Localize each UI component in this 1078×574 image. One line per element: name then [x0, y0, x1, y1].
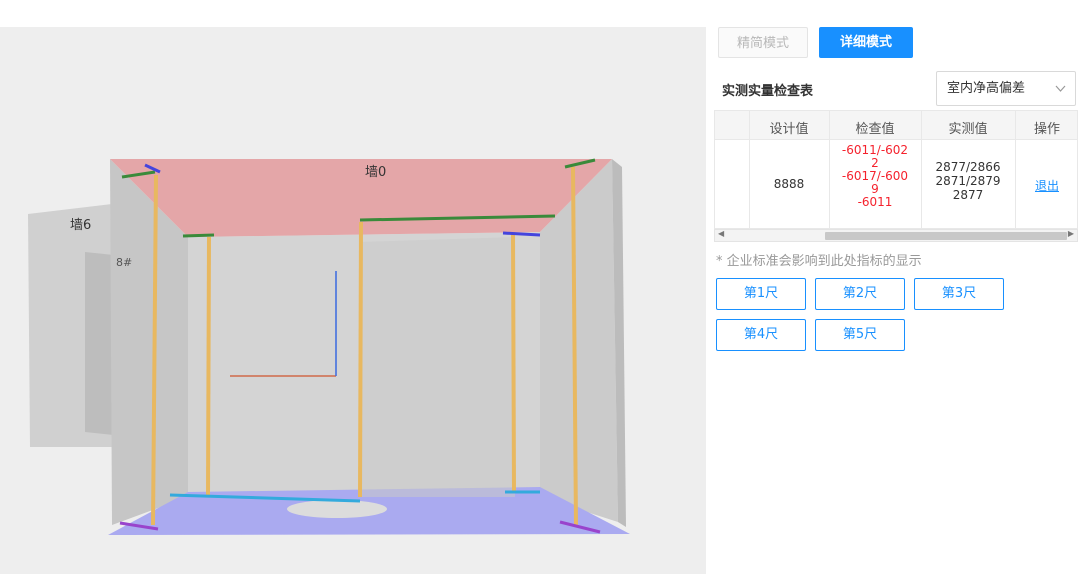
standard-note: * 企业标准会影响到此处指标的显示 — [716, 254, 922, 269]
ruler-2-button[interactable]: 第2尺 — [815, 278, 905, 310]
col-header-design: 设计值 — [769, 122, 809, 137]
table-header: 设计值 检查值 实测值 操作 — [715, 111, 1077, 140]
scroll-left-icon[interactable]: ◀ — [718, 229, 724, 238]
room-point-cloud: 墙0 墙6 8# — [28, 158, 630, 535]
back-wall-shade — [360, 237, 515, 497]
check-value-cell: -6011/-602 2 -6017/-600 9 -6011 — [841, 143, 909, 209]
metric-select-value: 室内净高偏差 — [947, 81, 1026, 96]
detail-mode-button[interactable]: 详细模式 — [819, 27, 913, 58]
ruler-5-button[interactable]: 第5尺 — [815, 319, 905, 351]
table-title: 实测实量检查表 — [722, 84, 814, 99]
scroll-right-icon[interactable]: ▶ — [1068, 229, 1074, 238]
3d-viewport[interactable]: 墙0 墙6 8# — [0, 27, 706, 574]
table-horizontal-scrollbar[interactable]: ◀ ▶ — [714, 229, 1078, 242]
measured-value-cell: 2877/2866 2871/2879 2877 — [935, 160, 1001, 202]
wall-label-0: 墙0 — [365, 165, 386, 180]
simple-mode-button[interactable]: 精简模式 — [718, 27, 808, 58]
ruler-3-button[interactable]: 第3尺 — [914, 278, 1004, 310]
wall-label-6: 墙6 — [70, 218, 91, 233]
ruler-1-button[interactable]: 第1尺 — [716, 278, 806, 310]
ruler-4-button[interactable]: 第4尺 — [716, 319, 806, 351]
inspection-table: 设计值 检查值 实测值 操作 8888 -6011/-602 2 -6017/-… — [714, 110, 1078, 229]
metric-select[interactable]: 室内净高偏差 — [936, 71, 1076, 106]
inspection-panel: 精简模式 详细模式 实测实量检查表 室内净高偏差 设计值 检查值 实测值 操作 … — [706, 0, 1078, 574]
scrollbar-thumb[interactable] — [825, 232, 1067, 240]
col-header-measured: 实测值 — [948, 122, 988, 137]
floor-spot — [287, 500, 387, 518]
exit-link[interactable]: 退出 — [1015, 177, 1077, 194]
wall-label-8: 8# — [116, 256, 132, 269]
col-header-action: 操作 — [1033, 122, 1060, 137]
design-value-cell: 8888 — [773, 177, 805, 191]
col-header-check: 检查值 — [855, 122, 895, 137]
